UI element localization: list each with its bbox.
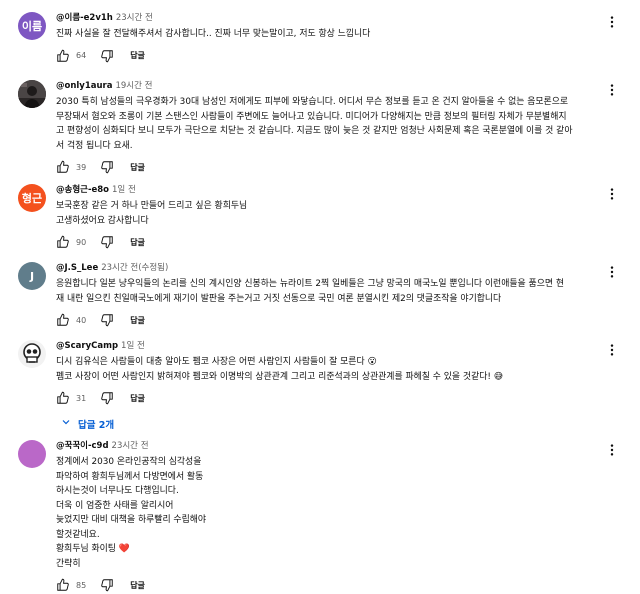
comment-text-line: 더욱 이 엄중한 사태를 알리시어 — [56, 500, 174, 511]
like-count: 85 — [76, 580, 87, 590]
comment-text-line: 2030 특히 남성들의 극우경화가 30대 남성인 저에게도 피부에 와닿습니… — [56, 97, 569, 107]
comment-text: 응원합니다 일본 냥우익들의 논리를 신의 계시인양 신봉하는 뉴라이트 2찍 … — [56, 277, 604, 306]
comment-header: @이름-e2v1h 23시간 전 — [56, 12, 604, 24]
comment-actions: 90 답글 — [56, 234, 604, 250]
comment-body: @ScaryCamp 1일 전디시 김유식은 사람들이 대충 알아도 펨코 사장은… — [56, 340, 604, 435]
avatar[interactable] — [18, 440, 46, 468]
comment-body: @J.S_Lee 23시간 전(수정됨) 응원합니다 일본 냥우익들의 논리를 신의… — [56, 262, 604, 328]
like-count: 39 — [76, 162, 87, 172]
comment-author[interactable]: @송형근-e8o — [56, 185, 109, 195]
avatar[interactable]: 이름 — [18, 12, 46, 40]
more-vert-icon[interactable] — [606, 442, 618, 456]
comment-header: @only1aura 19시간 전 — [56, 80, 604, 92]
comment-text-line: 진짜 사실을 잘 전달해주셔서 감사합니다.. 진짜 너무 맞는말이고, 저도 … — [56, 29, 371, 39]
more-vert-icon[interactable] — [606, 14, 618, 28]
comment-text-line: 서 걱정 됩니다 요새. — [56, 140, 133, 151]
comment-text: 보국훈장 같은 거 하나 만들어 드리고 싶은 황희두님고생하셨어요 감사합니다 — [56, 199, 604, 228]
like-count: 40 — [76, 315, 87, 325]
comment-actions: 64 답글 — [56, 48, 604, 64]
comment-text-line: 보국훈장 같은 거 하나 만들어 드리고 싶은 황희두님 — [56, 201, 248, 211]
comment-author[interactable]: @이름-e2v1h — [56, 13, 113, 23]
more-vert-icon[interactable] — [606, 264, 618, 278]
comment-text-line: 간략히 — [56, 558, 81, 569]
comment-actions: 85 답글 — [56, 577, 604, 593]
reply-button[interactable]: 답글 — [130, 580, 145, 591]
avatar-initials: 형근 — [21, 192, 43, 205]
comment-author[interactable]: @J.S_Lee — [56, 263, 98, 273]
comment-text: 정계에서 2030 온라인공작의 심각성을파악하여 황희두님께서 다방면에서 활… — [56, 455, 604, 571]
comment-author[interactable]: @ScaryCamp — [56, 341, 118, 351]
thumbs-down-icon[interactable] — [100, 391, 114, 405]
comment-text-line: 하시는것이 너무나도 다행입니다. — [56, 486, 179, 496]
comment-text-line: 할것같네요. — [56, 529, 100, 540]
comment-header: @꾹꾹이-c9d 23시간 전 — [56, 440, 604, 452]
comment-actions: 39 답글 — [56, 159, 604, 175]
comment-text-line: 디시 김유식은 사람들이 대충 알아도 펨코 사장은 어떤 사람인지 사람들이 … — [56, 357, 377, 367]
comment-body: @only1aura 19시간 전 2030 특히 남성들의 극우경화가 30대 남… — [56, 80, 604, 175]
reply-button[interactable]: 답글 — [130, 315, 145, 326]
comment-text-line: 고생하셨어요 감사합니다 — [56, 215, 149, 226]
more-vert-icon[interactable] — [606, 342, 618, 356]
comment-time[interactable]: 1일 전 — [112, 185, 136, 195]
comment-text-line: 늦었지만 대비 대책을 하루빨리 수립해야 — [56, 515, 207, 525]
reply-button[interactable]: 답글 — [130, 393, 145, 404]
comment-body: @송형근-e8o 1일 전보국훈장 같은 거 하나 만들어 드리고 싶은 황희두님… — [56, 184, 604, 250]
avatar-initials: J — [29, 269, 35, 283]
thumbs-up-icon[interactable] — [56, 235, 70, 249]
comment-body: @이름-e2v1h 23시간 전진짜 사실을 잘 전달해주셔서 감사합니다.. 진… — [56, 12, 604, 64]
chevron-down-icon — [60, 416, 78, 431]
thumbs-down-icon[interactable] — [100, 235, 114, 249]
comment-text-line: 응원합니다 일본 냥우익들의 논리를 신의 계시인양 신봉하는 뉴라이트 2찍 … — [56, 279, 565, 289]
thumbs-down-icon[interactable] — [100, 313, 114, 327]
like-count: 31 — [76, 393, 87, 403]
comment-header: @J.S_Lee 23시간 전(수정됨) — [56, 262, 604, 274]
thumbs-up-icon[interactable] — [56, 313, 70, 327]
comment-text-line: 재 내란 일으킨 친일매국노에게 재기이 발판을 주는거고 거짓 선동으로 국민… — [56, 293, 502, 304]
avatar-initials: 이름 — [21, 20, 43, 33]
thumbs-up-icon[interactable] — [56, 578, 70, 592]
view-replies-button[interactable]: 답글 2개 — [52, 412, 122, 435]
thumbs-down-icon[interactable] — [100, 160, 114, 174]
comment-text-line: 펨코 사장이 어떤 사람인지 밝혀져야 펨코와 이명박의 상관관계 그리고 리준… — [56, 371, 504, 382]
avatar[interactable] — [18, 80, 46, 108]
comment-actions: 40 답글 — [56, 312, 604, 328]
comment-text-line: 정계에서 2030 온라인공작의 심각성을 — [56, 457, 202, 467]
avatar[interactable] — [18, 340, 46, 368]
view-replies-label: 답글 2개 — [78, 419, 115, 431]
thumbs-up-icon[interactable] — [56, 49, 70, 63]
thumbs-down-icon[interactable] — [100, 49, 114, 63]
avatar[interactable]: J — [18, 262, 46, 290]
comment-time[interactable]: 23시간 전 — [116, 13, 153, 23]
avatar[interactable]: 형근 — [18, 184, 46, 212]
comment-time[interactable]: 23시간 전 — [112, 441, 149, 451]
comment-body: @꾹꾹이-c9d 23시간 전정계에서 2030 온라인공작의 심각성을파악하여 … — [56, 440, 604, 593]
thumbs-up-icon[interactable] — [56, 391, 70, 405]
comment-text: 디시 김유식은 사람들이 대충 알아도 펨코 사장은 어떤 사람인지 사람들이 … — [56, 355, 604, 384]
comment-text: 2030 특히 남성들의 극우경화가 30대 남성인 저에게도 피부에 와닿습니… — [56, 95, 604, 153]
reply-button[interactable]: 답글 — [130, 237, 145, 248]
comment-text-line: 고 편향성이 심화되다 보니 모두가 극단으로 치닫는 것 같습니다. 지금도 … — [56, 126, 573, 136]
comment-time[interactable]: 23시간 전(수정됨) — [101, 263, 168, 273]
reply-button[interactable]: 답글 — [130, 162, 145, 173]
comment-time[interactable]: 1일 전 — [121, 341, 145, 351]
reply-button[interactable]: 답글 — [130, 50, 145, 61]
thumbs-up-icon[interactable] — [56, 160, 70, 174]
comment-text-line: 파악하여 황희두님께서 다방면에서 활동 — [56, 471, 204, 482]
comment-text-line: 무장돼서 혐오와 조롱이 기본 스탠스인 사람들이 주변에도 늘어나고 있습니다… — [56, 111, 567, 122]
comment-actions: 31 답글 — [56, 390, 604, 406]
like-count: 90 — [76, 237, 87, 247]
comment-time[interactable]: 19시간 전 — [115, 81, 152, 91]
comment-author[interactable]: @only1aura — [56, 81, 112, 91]
comment-header: @송형근-e8o 1일 전 — [56, 184, 604, 196]
comment-text-line: 황희두님 화이팅 ❤️ — [56, 544, 130, 554]
more-vert-icon[interactable] — [606, 82, 618, 96]
more-vert-icon[interactable] — [606, 186, 618, 200]
comment-header: @ScaryCamp 1일 전 — [56, 340, 604, 352]
comment-author[interactable]: @꾹꾹이-c9d — [56, 441, 109, 451]
thumbs-down-icon[interactable] — [100, 578, 114, 592]
comment-text: 진짜 사실을 잘 전달해주셔서 감사합니다.. 진짜 너무 맞는말이고, 저도 … — [56, 27, 604, 42]
like-count: 64 — [76, 51, 87, 60]
